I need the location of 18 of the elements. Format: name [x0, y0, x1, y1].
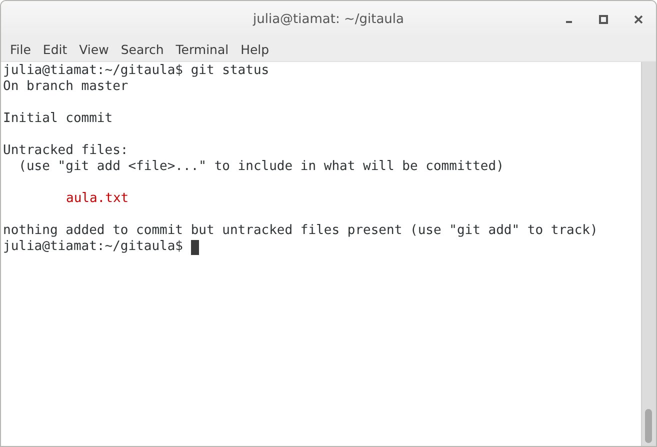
terminal-line: On branch master	[3, 79, 128, 95]
shell-prompt: julia@tiamat:~/gitaula$	[3, 239, 184, 255]
close-icon	[634, 14, 643, 24]
menu-item[interactable]: Edit	[38, 42, 72, 56]
terminal-line: (use "git add <file>..." to include in what will be committed)	[18, 159, 504, 175]
window-title: julia@tiamat: ~/gitaula	[253, 12, 404, 26]
terminal-line: Untracked files:	[3, 143, 128, 159]
scrollbar-thumb[interactable]	[645, 409, 652, 443]
maximize-icon	[599, 14, 608, 24]
menu-item[interactable]: Search	[116, 42, 169, 56]
terminal-line: Initial commit	[3, 111, 113, 127]
terminal-line: julia@tiamat:~/gitaula$ git status	[3, 63, 270, 79]
menu-item[interactable]: File	[5, 42, 36, 56]
menu-item[interactable]: Terminal	[170, 42, 234, 56]
terminal-line: nothing added to commit but untracked files present (use "git add" to track)	[3, 223, 598, 239]
menu-item[interactable]: View	[74, 42, 114, 56]
untracked-file: aula.txt	[66, 191, 129, 207]
menu-item[interactable]: Help	[236, 42, 274, 56]
